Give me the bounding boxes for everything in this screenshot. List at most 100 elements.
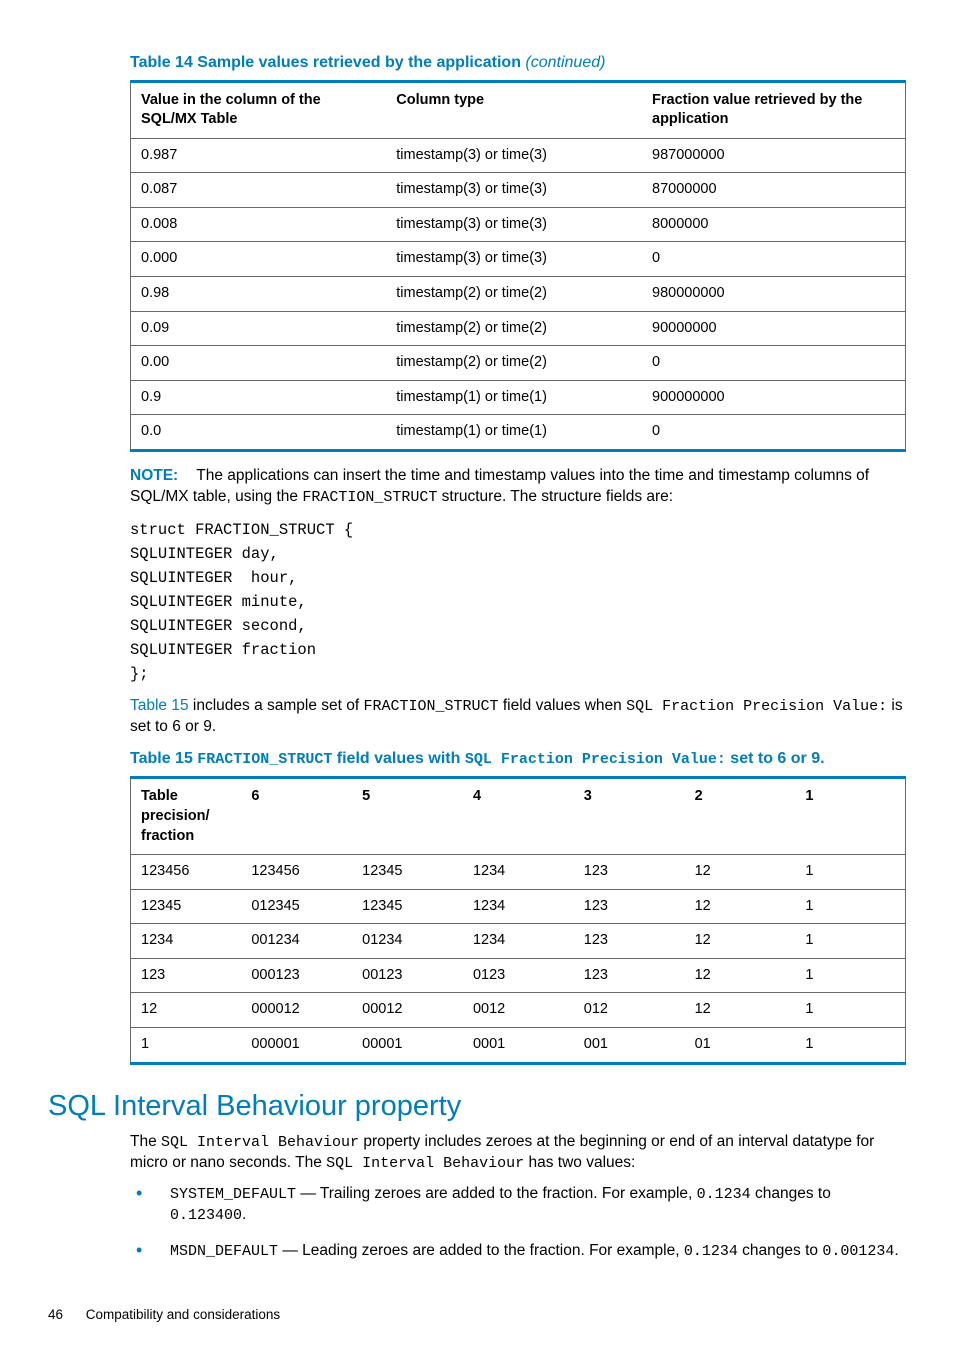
table-cell: 0.98 bbox=[131, 276, 387, 311]
t15-cap-b: field values with bbox=[332, 750, 464, 767]
b2-m1: MSDN_DEFAULT bbox=[170, 1243, 278, 1260]
b2-b: changes to bbox=[738, 1242, 822, 1259]
table-row: 0.087timestamp(3) or time(3)87000000 bbox=[131, 173, 906, 208]
table-cell: 01234 bbox=[352, 924, 463, 959]
table-cell: 000012 bbox=[241, 993, 352, 1028]
table-cell: 980000000 bbox=[642, 276, 906, 311]
t15-h1: 6 bbox=[241, 778, 352, 855]
table-row: 12345012345123451234123121 bbox=[131, 889, 906, 924]
page-number: 46 bbox=[48, 1306, 82, 1324]
t15-h0: Table precision/ fraction bbox=[131, 778, 242, 855]
table14-header-col1: Value in the column of the SQL/MX Table bbox=[131, 81, 387, 138]
table-cell: 12 bbox=[685, 889, 796, 924]
table-cell: 01 bbox=[685, 1027, 796, 1063]
table14: Value in the column of the SQL/MX Table … bbox=[130, 80, 906, 452]
b2-m2: 0.1234 bbox=[684, 1243, 738, 1260]
note-text-b: structure. The structure fields are: bbox=[437, 488, 673, 505]
table-cell: 123 bbox=[574, 855, 685, 890]
b1-m1: SYSTEM_DEFAULT bbox=[170, 1186, 296, 1203]
table-cell: 1234 bbox=[463, 924, 574, 959]
bullet-system-default: SYSTEM_DEFAULT — Trailing zeroes are add… bbox=[130, 1184, 906, 1227]
table-cell: 123456 bbox=[241, 855, 352, 890]
b1-c: . bbox=[242, 1206, 246, 1223]
table-cell: 0123 bbox=[463, 958, 574, 993]
table-cell: 12 bbox=[685, 958, 796, 993]
table-cell: 0.008 bbox=[131, 207, 387, 242]
table-cell: 1 bbox=[795, 1027, 905, 1063]
table-cell: 001234 bbox=[241, 924, 352, 959]
table-row: 1000001000010001001011 bbox=[131, 1027, 906, 1063]
table-cell: timestamp(3) or time(3) bbox=[386, 138, 642, 173]
table-cell: 000001 bbox=[241, 1027, 352, 1063]
table-cell: 0 bbox=[642, 346, 906, 381]
table-cell: 000123 bbox=[241, 958, 352, 993]
table-cell: 123456 bbox=[131, 855, 242, 890]
b1-m2: 0.1234 bbox=[697, 1186, 751, 1203]
table-row: 123456123456123451234123121 bbox=[131, 855, 906, 890]
table-cell: timestamp(1) or time(1) bbox=[386, 380, 642, 415]
para15-m1: FRACTION_STRUCT bbox=[364, 698, 499, 715]
table-cell: 12 bbox=[685, 993, 796, 1028]
table-row: 0.008timestamp(3) or time(3)8000000 bbox=[131, 207, 906, 242]
table-cell: 90000000 bbox=[642, 311, 906, 346]
table-cell: 0.00 bbox=[131, 346, 387, 381]
table-cell: 0 bbox=[642, 242, 906, 277]
b1-b: changes to bbox=[751, 1185, 831, 1202]
table-cell: 123 bbox=[131, 958, 242, 993]
para15-a: includes a sample set of bbox=[189, 697, 364, 714]
table-cell: 1234 bbox=[463, 889, 574, 924]
table-cell: 900000000 bbox=[642, 380, 906, 415]
table-cell: 012345 bbox=[241, 889, 352, 924]
t15-h2: 5 bbox=[352, 778, 463, 855]
table-cell: timestamp(2) or time(2) bbox=[386, 276, 642, 311]
table15: Table precision/ fraction 6 5 4 3 2 1 12… bbox=[130, 776, 906, 1064]
b1-a: — Trailing zeroes are added to the fract… bbox=[296, 1185, 697, 1202]
section-heading: SQL Interval Behaviour property bbox=[48, 1087, 906, 1126]
sec-c: has two values: bbox=[524, 1154, 635, 1171]
table-cell: 00012 bbox=[352, 993, 463, 1028]
table15-xref[interactable]: Table 15 bbox=[130, 697, 189, 714]
table-cell: 0.987 bbox=[131, 138, 387, 173]
sec-m1: SQL Interval Behaviour bbox=[161, 1134, 359, 1151]
table-cell: 1 bbox=[131, 1027, 242, 1063]
table-row: 0.987timestamp(3) or time(3)987000000 bbox=[131, 138, 906, 173]
table-cell: timestamp(3) or time(3) bbox=[386, 207, 642, 242]
note-paragraph: NOTE: The applications can insert the ti… bbox=[130, 466, 906, 508]
table-cell: 0.09 bbox=[131, 311, 387, 346]
table-cell: 0001 bbox=[463, 1027, 574, 1063]
table-cell: 1234 bbox=[131, 924, 242, 959]
table-cell: 8000000 bbox=[642, 207, 906, 242]
t15-h6: 1 bbox=[795, 778, 905, 855]
b2-a: — Leading zeroes are added to the fracti… bbox=[278, 1242, 684, 1259]
footer-title: Compatibility and considerations bbox=[86, 1307, 280, 1322]
sec-a: The bbox=[130, 1133, 161, 1150]
fraction-struct-code: struct FRACTION_STRUCT { SQLUINTEGER day… bbox=[130, 518, 906, 686]
t15-cap-m1: FRACTION_STRUCT bbox=[197, 751, 332, 768]
table-cell: timestamp(1) or time(1) bbox=[386, 415, 642, 451]
table-cell: 12 bbox=[685, 924, 796, 959]
t15-cap-m2: SQL Fraction Precision Value: bbox=[465, 751, 726, 768]
table-cell: timestamp(2) or time(2) bbox=[386, 346, 642, 381]
table-row: 12000012000120012012121 bbox=[131, 993, 906, 1028]
table-cell: timestamp(2) or time(2) bbox=[386, 311, 642, 346]
table-cell: 12345 bbox=[352, 889, 463, 924]
table-cell: 1 bbox=[795, 889, 905, 924]
table14-header-col2: Column type bbox=[386, 81, 642, 138]
values-list: SYSTEM_DEFAULT — Trailing zeroes are add… bbox=[130, 1184, 906, 1262]
table-cell: 00123 bbox=[352, 958, 463, 993]
table-cell: 0.9 bbox=[131, 380, 387, 415]
table-cell: 012 bbox=[574, 993, 685, 1028]
table-cell: 12345 bbox=[131, 889, 242, 924]
table-row: 0.09timestamp(2) or time(2)90000000 bbox=[131, 311, 906, 346]
table-cell: timestamp(3) or time(3) bbox=[386, 242, 642, 277]
table-cell: 123 bbox=[574, 958, 685, 993]
table-cell: 1 bbox=[795, 855, 905, 890]
table-row: 123000123001230123123121 bbox=[131, 958, 906, 993]
table-cell: 12345 bbox=[352, 855, 463, 890]
table-row: 0.000timestamp(3) or time(3)0 bbox=[131, 242, 906, 277]
table-cell: 00001 bbox=[352, 1027, 463, 1063]
b2-m3: 0.001234 bbox=[822, 1243, 894, 1260]
section-intro: The SQL Interval Behaviour property incl… bbox=[130, 1132, 906, 1175]
table-row: 0.0timestamp(1) or time(1)0 bbox=[131, 415, 906, 451]
table-cell: 001 bbox=[574, 1027, 685, 1063]
